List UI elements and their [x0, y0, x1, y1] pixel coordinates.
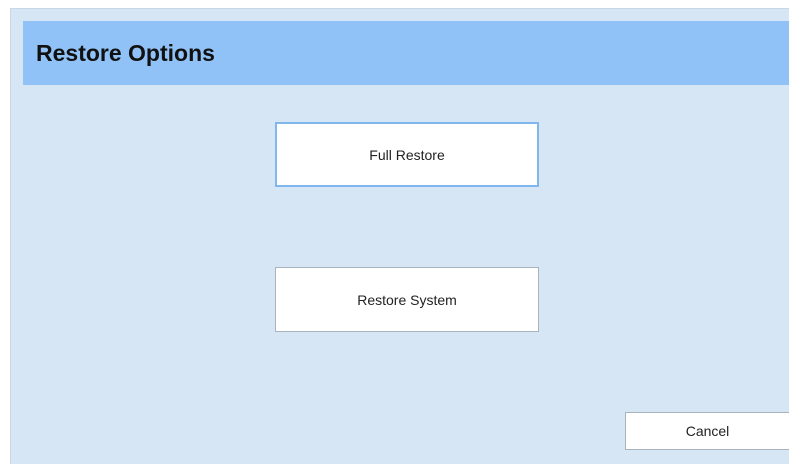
cancel-label: Cancel	[685, 423, 730, 439]
full-restore-label: Full Restore	[369, 146, 445, 163]
restore-system-button[interactable]: Restore System	[275, 267, 539, 332]
cancel-button[interactable]: Cancel	[625, 412, 789, 450]
full-restore-button[interactable]: Full Restore	[275, 122, 539, 187]
restore-options-dialog: Restore Options Full Restore Restore Sys…	[10, 8, 789, 464]
dialog-header: Restore Options	[23, 21, 789, 85]
restore-system-label: Restore System	[357, 291, 457, 308]
dialog-title: Restore Options	[36, 39, 215, 66]
